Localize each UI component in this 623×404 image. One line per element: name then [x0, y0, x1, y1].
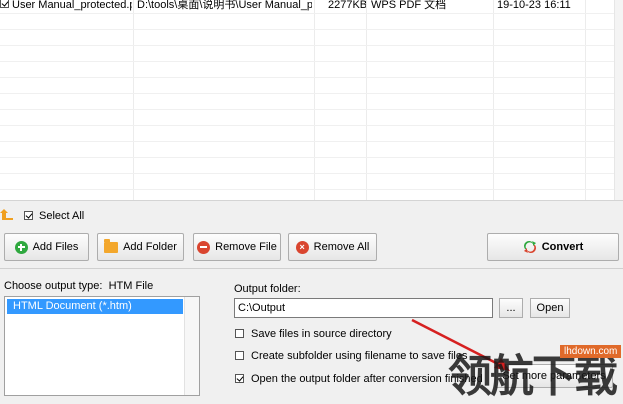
browse-button[interactable]: ... — [499, 298, 523, 318]
table-row[interactable]: User Manual_protected.pdf D:\tools\桌面\说明… — [0, 0, 623, 12]
column-divider — [133, 0, 134, 200]
output-folder-label: Output folder: — [234, 283, 301, 295]
move-up-icon[interactable] — [0, 208, 14, 222]
remove-all-button[interactable]: × Remove All — [288, 233, 377, 261]
column-divider — [314, 0, 315, 200]
output-type-option[interactable]: HTML Document (*.htm) — [7, 299, 183, 314]
convert-label: Convert — [541, 241, 584, 253]
select-all-checkbox[interactable] — [24, 211, 33, 220]
open-output-folder-checkbox[interactable] — [235, 374, 244, 383]
output-type-scrollbar[interactable] — [184, 297, 199, 395]
remove-all-label: Remove All — [313, 241, 370, 253]
convert-icon — [523, 241, 536, 253]
select-all-label: Select All — [39, 210, 85, 222]
watermark-url: lhdown.com — [560, 345, 622, 358]
save-in-source-label: Save files in source directory — [251, 328, 392, 340]
remove-file-button[interactable]: Remove File — [193, 233, 281, 261]
file-list[interactable]: User Manual_protected.pdf D:\tools\桌面\说明… — [0, 0, 623, 201]
remove-file-label: Remove File — [215, 241, 277, 253]
add-files-button[interactable]: Add Files — [4, 233, 89, 261]
file-type-cell: WPS PDF 文档 — [371, 0, 447, 11]
create-subfolder-checkbox[interactable] — [235, 351, 244, 360]
list-scrollbar[interactable] — [614, 0, 623, 200]
add-files-label: Add Files — [32, 241, 79, 253]
add-icon — [14, 240, 28, 254]
section-divider — [0, 268, 623, 269]
file-path-cell: D:\tools\桌面\说明书\User Manual_p... — [137, 0, 312, 11]
output-folder-input[interactable] — [234, 298, 493, 318]
remove-icon — [197, 240, 211, 254]
open-button[interactable]: Open — [530, 298, 570, 318]
row-checkbox[interactable] — [0, 0, 9, 8]
column-divider — [493, 0, 494, 200]
file-size-cell: 2277KB — [328, 0, 366, 11]
add-folder-label: Add Folder — [123, 241, 177, 253]
file-name-cell: User Manual_protected.pdf — [12, 0, 132, 11]
output-type-value: HTM File — [108, 280, 154, 292]
add-folder-button[interactable]: Add Folder — [97, 233, 184, 261]
output-type-list[interactable]: HTML Document (*.htm) — [4, 296, 200, 396]
remove-all-icon: × — [295, 240, 309, 254]
column-divider — [366, 0, 367, 200]
file-date-cell: 19-10-23 16:11 — [497, 0, 571, 11]
folder-icon — [104, 238, 119, 253]
save-in-source-checkbox[interactable] — [235, 329, 244, 338]
convert-button[interactable]: Convert — [487, 233, 619, 261]
output-type-label: Choose output type: HTM File — [4, 280, 153, 292]
column-divider — [585, 0, 586, 200]
output-type-caption: Choose output type: — [4, 280, 103, 292]
